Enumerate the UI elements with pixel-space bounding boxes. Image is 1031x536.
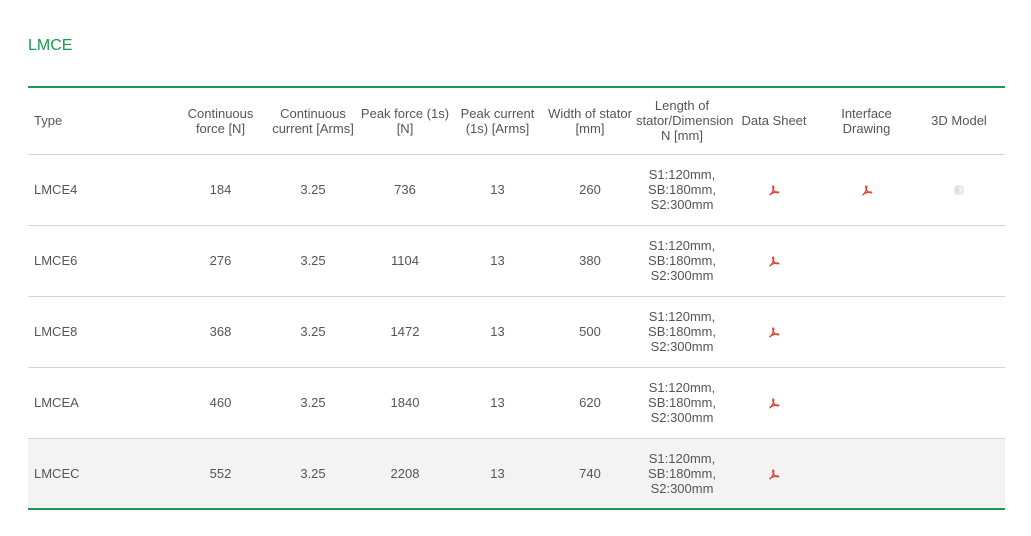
pdf-icon[interactable] [767,183,781,197]
length-option-text: S1:120mm, [648,380,716,395]
length-option-text: S1:120mm, [648,309,716,324]
length-option-text: S2:300mm [650,197,714,212]
header-continuous-current: Continuous current [Arms] [267,87,359,155]
cell-peak-force: 736 [359,154,451,226]
cell-width-of-stator: 380 [544,225,636,297]
header-3d-model: 3D Model [913,87,1005,155]
cell-continuous-force: 184 [174,154,267,226]
length-option-text: S1:120mm, [648,450,716,466]
cell-peak-force: 1104 [359,225,451,297]
cell-length-of-stator: S1:120mm, SB:180mm, S2:300mm [636,367,728,439]
cell-data-sheet [728,225,820,297]
cell-type: LMCEC [34,465,80,481]
cell-continuous-force: 460 [174,367,267,439]
length-option-text: SB:180mm, [648,324,716,339]
length-option-text: SB:180mm, [648,395,716,410]
cell-continuous-current: 3.25 [267,367,359,439]
cell-peak-current: 13 [451,367,544,439]
cell-peak-force: 1472 [359,296,451,368]
cell-width-of-stator: 500 [544,296,636,368]
cell-length-of-stator: S1:120mm, SB:180mm, S2:300mm [636,438,728,509]
cell-type: LMCEA [28,367,174,439]
cell-type: LMCE4 [28,154,174,226]
product-table: Type Continuous force [N] Continuous cur… [28,86,1005,510]
cell-3d-model [913,296,1005,368]
table-header-row: Type Continuous force [N] Continuous cur… [28,87,1005,155]
header-peak-force: Peak force (1s) [N] [359,87,451,155]
section-title: LMCE [28,37,73,54]
length-option-text: S2:300mm [650,339,714,354]
cell-type: LMCE6 [28,225,174,297]
cell-continuous-current: 3.25 [267,296,359,368]
cell-length-of-stator: S1:120mm, SB:180mm, S2:300mm [636,225,728,297]
cell-3d-model [913,154,1005,226]
3d-model-icon[interactable] [952,183,966,197]
cell-interface-drawing [820,438,913,509]
pdf-icon[interactable] [767,467,781,481]
cell-data-sheet [728,296,820,368]
header-length-of-stator: Length of stator/Dimension N [mm] [636,87,734,155]
cell-data-sheet [728,438,820,509]
header-width-of-stator: Width of stator [mm] [544,87,636,155]
table-row: LMCEA 460 3.25 1840 13 620 S1:120mm, SB:180mm, S… [28,367,1005,439]
length-option-text: SB:180mm, [648,182,716,197]
cell-3d-model [913,225,1005,297]
cell-continuous-current: 3.25 [300,465,326,481]
cell-length-of-stator: S1:120mm, SB:180mm, S2:300mm [636,154,728,226]
product-table-container: Type Continuous force [N] Continuous cur… [28,86,1005,510]
cell-data-sheet [728,367,820,439]
length-option-text: S2:300mm [650,480,714,496]
cell-width-of-stator: 260 [544,154,636,226]
cell-peak-force: 1840 [359,367,451,439]
table-row: LMCEC 552 3.25 2208 13 740 S1:120mm, SB:180mm, S… [28,438,1005,509]
cell-width-of-stator: 740 [579,465,601,481]
cell-peak-current: 13 [451,154,544,226]
pdf-icon[interactable] [767,396,781,410]
cell-interface-drawing [820,367,913,439]
cell-interface-drawing [820,154,913,226]
table-body: LMCE4 184 3.25 736 13 260 S1:120mm, SB:180mm, S2… [28,154,1005,509]
pdf-icon[interactable] [767,254,781,268]
length-option-text: S2:300mm [650,268,714,283]
cell-length-of-stator: S1:120mm, SB:180mm, S2:300mm [636,296,728,368]
length-option-text: S1:120mm, [648,167,716,182]
cell-interface-drawing [820,225,913,297]
pdf-icon[interactable] [860,183,874,197]
cell-continuous-current: 3.25 [267,225,359,297]
length-option-text: S2:300mm [650,410,714,425]
cell-peak-current: 13 [451,296,544,368]
length-option-text: SB:180mm, [648,465,716,481]
cell-continuous-force: 276 [174,225,267,297]
pdf-icon[interactable] [767,325,781,339]
cell-interface-drawing [820,296,913,368]
cell-continuous-current: 3.25 [267,154,359,226]
table-row: LMCE4 184 3.25 736 13 260 S1:120mm, SB:180mm, S2… [28,154,1005,226]
cell-type: LMCE8 [28,296,174,368]
cell-data-sheet [728,154,820,226]
cell-width-of-stator: 620 [544,367,636,439]
header-continuous-force: Continuous force [N] [174,87,267,155]
cell-continuous-force: 368 [174,296,267,368]
header-interface-drawing: Interface Drawing [820,87,913,155]
length-option-text: S1:120mm, [648,238,716,253]
table-row: LMCE6 276 3.25 1104 13 380 S1:120mm, SB:180mm, S… [28,225,1005,297]
cell-3d-model [913,367,1005,439]
length-option-text: SB:180mm, [648,253,716,268]
table-row: LMCE8 368 3.25 1472 13 500 S1:120mm, SB:180mm, S… [28,296,1005,368]
cell-continuous-force: 552 [209,465,232,481]
cell-3d-model [913,438,1005,509]
cell-peak-current: 13 [490,465,505,481]
header-data-sheet: Data Sheet [728,87,820,155]
header-peak-current: Peak current (1s) [Arms] [451,87,544,155]
header-type: Type [28,87,174,155]
cell-peak-force: 2208 [390,465,420,481]
cell-peak-current: 13 [451,225,544,297]
